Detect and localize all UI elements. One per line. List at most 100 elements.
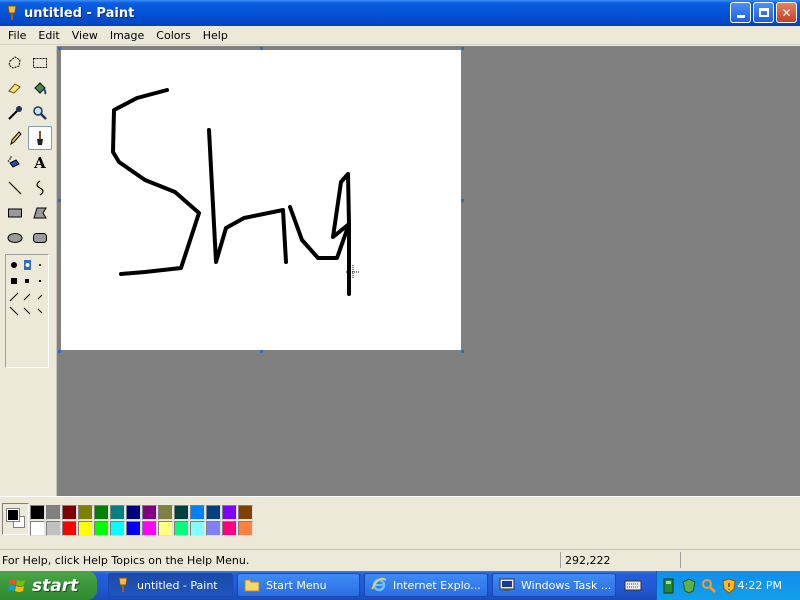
resize-handle-middle-left[interactable] — [58, 199, 61, 202]
eyedropper-icon — [8, 106, 22, 120]
maximize-button[interactable] — [753, 2, 774, 23]
taskbar-item-paint[interactable]: untitled - Paint — [108, 573, 233, 597]
color-swatch-2-14[interactable] — [238, 521, 253, 536]
brush-icon — [37, 131, 43, 145]
menu-help[interactable]: Help — [197, 29, 234, 42]
color-swatch-1-5[interactable] — [94, 505, 109, 520]
color-palette — [30, 505, 254, 537]
airbrush-tool[interactable] — [3, 151, 27, 175]
rounded-rectangle-icon — [33, 233, 47, 243]
start-button[interactable]: start — [0, 571, 97, 600]
status-divider — [560, 552, 561, 568]
color-swatch-1-6[interactable] — [110, 505, 125, 520]
color-swatch-1-10[interactable] — [174, 505, 189, 520]
close-button[interactable]: ✕ — [776, 2, 797, 23]
taskbar-item-start-menu[interactable]: Start Menu — [237, 573, 360, 597]
color-swatch-2-12[interactable] — [206, 521, 221, 536]
curve-tool[interactable] — [28, 176, 52, 200]
color-swatch-2-11[interactable] — [190, 521, 205, 536]
color-swatch-1-12[interactable] — [206, 505, 221, 520]
resize-handle-top-left[interactable] — [58, 47, 61, 50]
network-icon[interactable] — [661, 578, 677, 594]
security-shield-icon[interactable] — [681, 577, 697, 594]
free-form-select-tool[interactable] — [3, 51, 27, 75]
brush-shape-slash[interactable] — [9, 292, 43, 302]
color-swatch-2-9[interactable] — [158, 521, 173, 536]
close-icon: ✕ — [781, 5, 792, 20]
paint-app-icon[interactable] — [4, 5, 20, 21]
search-icon[interactable] — [701, 578, 717, 594]
resize-handle-top-middle[interactable] — [260, 47, 263, 50]
pick-color-tool[interactable] — [3, 101, 27, 125]
window-title: untitled - Paint — [24, 5, 135, 21]
line-tool[interactable] — [3, 176, 27, 200]
resize-handle-middle-right[interactable] — [461, 199, 464, 202]
pencil-tool[interactable] — [3, 126, 27, 150]
fill-tool[interactable] — [28, 76, 52, 100]
current-colors[interactable] — [2, 503, 29, 535]
color-swatch-1-9[interactable] — [158, 505, 173, 520]
polygon-tool[interactable] — [28, 201, 52, 225]
resize-handle-bottom-left[interactable] — [58, 350, 61, 353]
keyboard-language-icon[interactable] — [624, 577, 642, 593]
color-swatch-2-6[interactable] — [110, 521, 125, 536]
resize-handle-top-right[interactable] — [461, 47, 464, 50]
brush-shape-backslash[interactable] — [9, 306, 43, 316]
menu-edit[interactable]: Edit — [32, 29, 65, 42]
color-swatch-1-14[interactable] — [238, 505, 253, 520]
restore-icon — [758, 8, 769, 17]
magnifier-tool[interactable] — [28, 101, 52, 125]
curve-icon — [36, 180, 44, 196]
color-swatch-2-3[interactable] — [62, 521, 77, 536]
color-swatch-2-10[interactable] — [174, 521, 189, 536]
menu-file[interactable]: File — [2, 29, 32, 42]
color-swatch-2-7[interactable] — [126, 521, 141, 536]
brush-shape-options — [5, 254, 49, 368]
color-swatch-2-1[interactable] — [30, 521, 45, 536]
taskbar-item-task-manager[interactable]: Windows Task ... — [492, 573, 616, 597]
menu-colors[interactable]: Colors — [150, 29, 196, 42]
color-swatch-1-2[interactable] — [46, 505, 61, 520]
brush-shape-round[interactable] — [11, 260, 41, 270]
clock[interactable]: 4:22 PM — [738, 579, 782, 592]
select-tool[interactable] — [28, 51, 52, 75]
airbrush-icon — [7, 156, 20, 168]
color-swatch-2-13[interactable] — [222, 521, 237, 536]
color-swatch-1-8[interactable] — [142, 505, 157, 520]
rectangle-tool[interactable] — [3, 201, 27, 225]
color-swatch-1-1[interactable] — [30, 505, 45, 520]
color-swatch-1-13[interactable] — [222, 505, 237, 520]
toolbox: A — [0, 46, 57, 496]
eraser-tool[interactable] — [3, 76, 27, 100]
work-area[interactable] — [57, 46, 800, 496]
color-swatch-1-11[interactable] — [190, 505, 205, 520]
color-swatch-2-4[interactable] — [78, 521, 93, 536]
resize-handle-bottom-middle[interactable] — [260, 350, 263, 353]
internet-explorer-icon — [371, 577, 387, 593]
brush-tool[interactable] — [28, 126, 52, 150]
rounded-rectangle-tool[interactable] — [28, 226, 52, 250]
ellipse-tool[interactable] — [3, 226, 27, 250]
drawing-canvas[interactable] — [61, 50, 461, 350]
taskbar-item-internet-explorer[interactable]: Internet Explo... — [364, 573, 488, 597]
start-label: start — [32, 575, 79, 596]
windows-logo-icon — [8, 578, 25, 592]
cursor-coordinates: 292,222 — [565, 553, 611, 567]
foreground-color-swatch — [6, 508, 20, 522]
menu-view[interactable]: View — [66, 29, 104, 42]
color-swatch-1-7[interactable] — [126, 505, 141, 520]
brush-shape-square[interactable] — [11, 278, 41, 284]
minimize-button[interactable] — [730, 2, 751, 23]
canvas-drawing — [111, 88, 360, 296]
color-swatch-2-5[interactable] — [94, 521, 109, 536]
title-bar[interactable]: untitled - Paint ✕ — [0, 0, 800, 26]
eraser-icon — [8, 83, 21, 94]
color-swatch-1-3[interactable] — [62, 505, 77, 520]
resize-handle-bottom-right[interactable] — [461, 350, 464, 353]
security-alert-icon[interactable] — [721, 577, 737, 594]
color-swatch-1-4[interactable] — [78, 505, 93, 520]
menu-image[interactable]: Image — [104, 29, 150, 42]
color-swatch-2-8[interactable] — [142, 521, 157, 536]
color-swatch-2-2[interactable] — [46, 521, 61, 536]
text-tool[interactable]: A — [28, 151, 52, 175]
